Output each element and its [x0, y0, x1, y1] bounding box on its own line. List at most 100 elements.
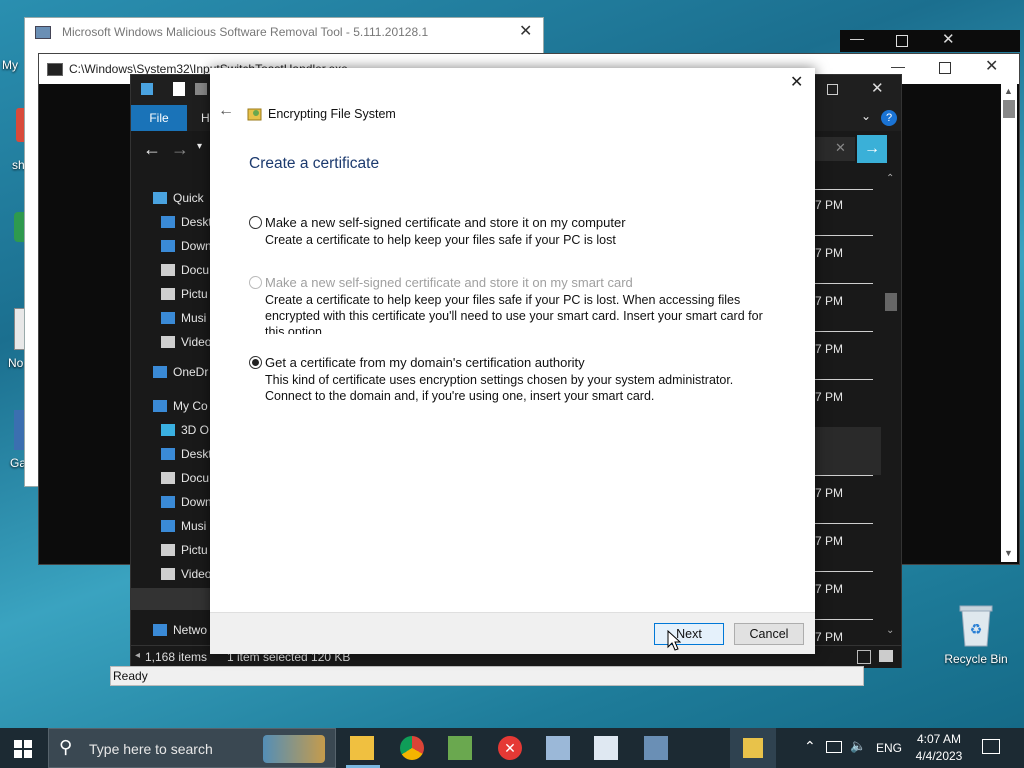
search-go-button[interactable]: →	[857, 135, 887, 163]
dialog-close-button[interactable]: ✕	[790, 72, 803, 92]
radio-domain-ca[interactable]	[249, 356, 262, 369]
nav-scroll-left-icon[interactable]: ◂	[135, 650, 140, 661]
console-minimize-button[interactable]: —	[891, 58, 905, 74]
scroll-down-arrow-icon[interactable]: ▼	[1004, 548, 1013, 558]
option-self-signed-computer-desc: Create a certificate to help keep your f…	[265, 233, 616, 247]
file-explorer-taskbar-icon[interactable]	[350, 736, 374, 760]
ribbon-expand-chevron-icon[interactable]: ⌄	[861, 109, 871, 123]
download-icon	[161, 496, 175, 508]
bg-minimize-button[interactable]: —	[850, 30, 864, 46]
file-scroll-thumb[interactable]	[885, 293, 897, 311]
next-button[interactable]: Next	[654, 623, 724, 645]
cancel-button[interactable]: Cancel	[734, 623, 804, 645]
msrt-status-text: Ready	[113, 669, 148, 683]
console-maximize-button[interactable]	[939, 62, 951, 74]
explorer-maximize-button[interactable]	[827, 84, 838, 95]
network-icon	[153, 624, 167, 636]
dialog-footer: Next Cancel	[210, 612, 815, 654]
nav-item-label: Deskt	[181, 447, 212, 461]
nav-item-label: Pictu	[181, 543, 208, 557]
file-list-scrollbar[interactable]: ⌃ ⌄	[883, 173, 899, 643]
desktop-icon-my[interactable]: My	[2, 58, 18, 72]
explorer-close-button[interactable]: ✕	[871, 79, 884, 97]
radio-self-signed-smartcard	[249, 276, 262, 289]
tray-chevron-up-icon[interactable]: ⌃	[804, 738, 816, 755]
search-box[interactable]: ✕	[815, 137, 855, 161]
clock-time[interactable]: 4:07 AM	[916, 732, 962, 746]
item-count: 1,168 items	[145, 650, 208, 664]
console-scrollbar[interactable]: ▲ ▼	[1001, 84, 1017, 562]
start-windows-icon[interactable]	[14, 740, 32, 758]
file-scroll-up-icon[interactable]: ⌃	[886, 173, 894, 184]
bg-close-button[interactable]: ✕	[942, 30, 955, 48]
row-separator	[815, 235, 873, 236]
properties-icon[interactable]	[173, 82, 185, 96]
background-window-controls[interactable]: — ✕	[840, 30, 1020, 52]
file-date-modified[interactable]: 7 PM	[815, 486, 843, 500]
help-icon[interactable]: ?	[881, 110, 897, 126]
computer-icon	[153, 400, 167, 412]
network-tray-icon[interactable]	[826, 741, 842, 753]
file-date-modified[interactable]: 7 PM	[815, 294, 843, 308]
spreadsheet-taskbar-icon[interactable]	[448, 736, 472, 760]
option-self-signed-smartcard-title: Make a new self-signed certificate and s…	[265, 275, 633, 290]
recent-locations-chevron-icon[interactable]: ▾	[197, 141, 202, 152]
tab-file[interactable]: File	[131, 105, 187, 131]
close-x-taskbar-icon[interactable]: ✕	[498, 736, 522, 760]
bg-maximize-button[interactable]	[896, 35, 908, 47]
music-icon	[161, 520, 175, 532]
new-folder-icon[interactable]	[195, 83, 207, 95]
file-date-modified[interactable]: 7 PM	[815, 342, 843, 356]
file-date-modified[interactable]: 7 PM	[815, 582, 843, 596]
mouse-cursor-icon	[667, 630, 681, 651]
file-date-modified[interactable]: 7 PM	[815, 534, 843, 548]
settings-app-taskbar-icon[interactable]	[546, 736, 570, 760]
option-self-signed-computer-title[interactable]: Make a new self-signed certificate and s…	[265, 215, 626, 230]
efs-dialog[interactable]: ✕ ← Encrypting File System Create a cert…	[210, 68, 815, 654]
svg-text:♻: ♻	[970, 621, 983, 637]
dialog-header-title: Encrypting File System	[268, 107, 396, 121]
console-scroll-thumb[interactable]	[1003, 100, 1015, 118]
nav-item-label: Down	[181, 239, 212, 253]
clock-date[interactable]: 4/4/2023	[910, 749, 968, 763]
file-date-modified[interactable]: 7 PM	[815, 246, 843, 260]
tab-home[interactable]: H	[201, 111, 210, 125]
dialog-back-icon[interactable]: ←	[218, 102, 234, 120]
msrt-app-icon	[35, 26, 51, 39]
nav-pane-selected-highlight	[131, 588, 211, 610]
row-separator	[815, 379, 873, 380]
radio-self-signed-computer[interactable]	[249, 216, 262, 229]
nav-forward-icon[interactable]: →	[171, 139, 189, 160]
nav-item-label: Deskt	[181, 215, 212, 229]
scroll-up-arrow-icon[interactable]: ▲	[1004, 86, 1013, 96]
search-clear-icon[interactable]: ✕	[835, 140, 846, 156]
selected-row-highlight	[815, 427, 881, 475]
file-date-modified[interactable]: 7 PM	[815, 630, 843, 644]
desktop-icon-sh[interactable]: sh	[12, 158, 25, 172]
console-close-button[interactable]: ✕	[985, 56, 998, 76]
msrt-close-button[interactable]: ✕	[519, 21, 532, 41]
chrome-taskbar-icon[interactable]	[400, 736, 424, 760]
large-icons-view-icon[interactable]	[879, 650, 893, 662]
desktop-icon-no[interactable]: No	[8, 356, 23, 370]
row-separator	[815, 619, 873, 620]
taskbar-search-box[interactable]: ⚲ Type here to search	[48, 728, 336, 768]
option-domain-ca-title[interactable]: Get a certificate from my domain's certi…	[265, 355, 585, 370]
file-date-modified[interactable]: 7 PM	[815, 198, 843, 212]
file-date-modified[interactable]: 7 PM	[815, 390, 843, 404]
details-view-icon[interactable]	[857, 650, 871, 664]
efs-taskbar-active[interactable]	[730, 728, 776, 768]
nav-back-icon[interactable]: ←	[143, 139, 161, 160]
language-indicator[interactable]: ENG	[876, 741, 902, 755]
row-separator	[815, 475, 873, 476]
taskbar-search-placeholder: Type here to search	[89, 741, 213, 757]
nav-item-label: Netwo	[173, 623, 208, 637]
notifications-icon[interactable]	[982, 739, 1000, 754]
recycle-bin[interactable]: ♻ Recycle Bin	[944, 600, 1008, 670]
explorer-quick-access-icon[interactable]	[141, 83, 153, 95]
notepad-taskbar-icon[interactable]	[594, 736, 618, 760]
volume-tray-icon[interactable]: 🔈	[850, 738, 866, 754]
file-scroll-down-icon[interactable]: ⌄	[886, 625, 894, 636]
star-icon	[153, 192, 167, 204]
msrt-taskbar-icon[interactable]	[644, 736, 668, 760]
